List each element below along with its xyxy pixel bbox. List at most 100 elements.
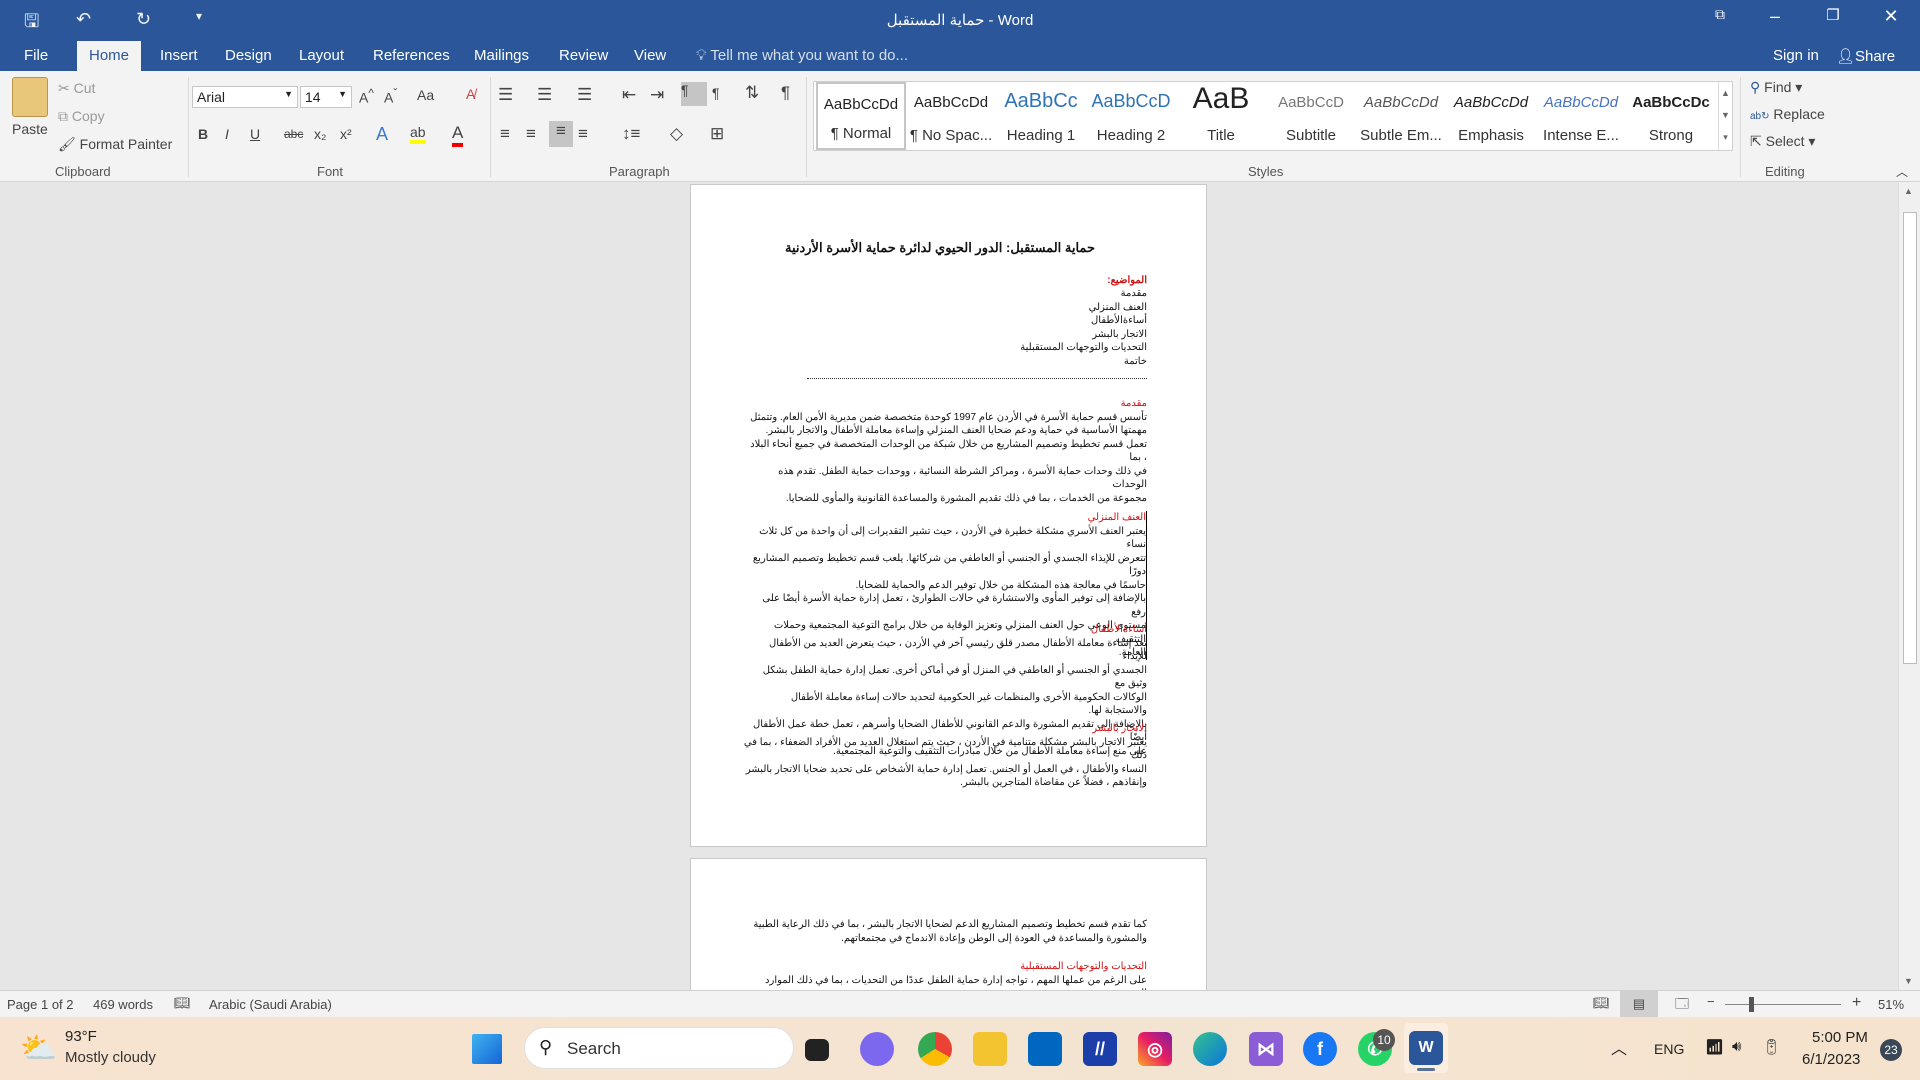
word-taskbar-button[interactable]: W — [1404, 1023, 1448, 1073]
zoom-slider[interactable] — [1725, 997, 1841, 1012]
font-color-icon[interactable]: A — [452, 123, 464, 147]
bold-button[interactable]: B — [198, 126, 208, 142]
clock-time[interactable]: 5:00 PM — [1812, 1029, 1868, 1046]
text-effects-icon[interactable]: A — [376, 124, 388, 145]
page-2[interactable]: كما تقدم قسم تخطيط وتصميم المشاريع الدعم… — [690, 858, 1207, 990]
language-indicator[interactable]: Arabic (Saudi Arabia) — [209, 997, 332, 1012]
tab-home[interactable]: Home — [77, 41, 142, 71]
page-1[interactable]: حماية المستقبل: الدور الحيوي لدائرة حماي… — [690, 184, 1207, 847]
weather-temp[interactable]: 93°F — [65, 1028, 97, 1045]
align-right-icon[interactable]: ≡ — [549, 121, 573, 147]
vertical-scrollbar[interactable]: ▲ ▼ — [1898, 182, 1920, 990]
show-hidden-icons[interactable]: ︿ — [1611, 1035, 1627, 1059]
decrease-indent-icon[interactable]: ⇤ — [622, 85, 636, 105]
weather-desc[interactable]: Mostly cloudy — [65, 1049, 156, 1066]
teams-chat-icon[interactable] — [860, 1032, 894, 1066]
page-count[interactable]: Page 1 of 2 — [7, 997, 74, 1012]
tab-review[interactable]: Review — [559, 47, 608, 64]
tab-view[interactable]: View — [634, 47, 666, 64]
proofing-icon[interactable]: 📖︎ — [174, 995, 191, 1011]
ltr-direction-icon[interactable]: ¶ — [712, 85, 720, 101]
clock-date[interactable]: 6/1/2023 — [1802, 1051, 1860, 1068]
sort-icon[interactable]: ⇅ — [745, 83, 759, 103]
zoom-out-button[interactable]: − — [1707, 994, 1715, 1009]
style-subtle-emphasis[interactable]: AaBbCcDd Subtle Em... — [1356, 82, 1446, 150]
font-name-select[interactable]: Arial ▼ — [192, 86, 298, 108]
paste-button[interactable]: Paste — [12, 121, 48, 137]
facebook-icon[interactable]: f — [1303, 1032, 1337, 1066]
scroll-down-icon[interactable]: ▼ — [1904, 976, 1913, 986]
highlight-icon[interactable]: ab — [410, 124, 426, 144]
zoom-in-button[interactable]: + — [1852, 994, 1861, 1012]
input-language[interactable]: ENG — [1654, 1041, 1684, 1057]
wifi-icon[interactable]: 📶︎ — [1705, 1038, 1724, 1056]
rtl-direction-icon[interactable]: ¶ — [681, 82, 707, 106]
subscript-button[interactable]: x₂ — [314, 126, 326, 142]
tab-insert[interactable]: Insert — [160, 47, 198, 64]
bullets-icon[interactable]: ☰ — [498, 85, 513, 105]
taskbar-search[interactable]: ⚲ Search — [524, 1027, 794, 1069]
web-layout-icon[interactable]: 🗔 — [1675, 995, 1689, 1017]
share-button[interactable]: 👤︎Share — [1836, 47, 1895, 65]
zoom-level[interactable]: 51% — [1878, 997, 1904, 1012]
multilevel-list-icon[interactable]: ☰ — [577, 85, 592, 105]
grow-font-icon[interactable]: A^ — [359, 87, 374, 106]
line-spacing-icon[interactable]: ↕≡ — [622, 124, 640, 144]
borders-icon[interactable]: ⊞ — [710, 124, 724, 144]
change-case-button[interactable]: Aa — [417, 87, 434, 103]
style-title[interactable]: AaB Title — [1176, 82, 1266, 150]
style-no-spacing[interactable]: AaBbCcDd ¶ No Spac... — [906, 82, 996, 150]
microsoft-store-icon[interactable] — [1028, 1032, 1062, 1066]
underline-button[interactable]: U — [250, 126, 260, 142]
find-button[interactable]: ⚲ Find ▾ — [1750, 79, 1802, 96]
ribbon-display-options-icon[interactable]: ⧉ — [1700, 6, 1740, 23]
style-intense-emphasis[interactable]: AaBbCcDd Intense E... — [1536, 82, 1626, 150]
restore-button[interactable]: ❐ — [1813, 6, 1853, 24]
zoom-slider-thumb[interactable] — [1749, 997, 1755, 1012]
start-windows-icon[interactable] — [472, 1034, 502, 1064]
show-marks-icon[interactable]: ¶ — [781, 83, 790, 103]
style-strong[interactable]: AaBbCcDc Strong — [1626, 82, 1716, 150]
style-normal[interactable]: AaBbCcDd ¶ Normal — [816, 82, 906, 150]
battery-icon[interactable]: 🔋︎ — [1762, 1038, 1781, 1056]
read-mode-icon[interactable]: 📖︎ — [1593, 995, 1610, 1011]
align-center-icon[interactable]: ≡ — [526, 124, 536, 144]
minimize-button[interactable]: – — [1755, 6, 1795, 27]
tab-mailings[interactable]: Mailings — [474, 47, 529, 64]
shrink-font-icon[interactable]: Aˇ — [384, 87, 397, 106]
volume-icon[interactable]: 🔊︎ — [1732, 1038, 1741, 1055]
style-heading-1[interactable]: AaBbCc Heading 1 — [996, 82, 1086, 150]
style-emphasis[interactable]: AaBbCcDd Emphasis — [1446, 82, 1536, 150]
close-button[interactable]: ✕ — [1871, 6, 1911, 27]
word-count[interactable]: 469 words — [93, 997, 153, 1012]
superscript-button[interactable]: x² — [340, 126, 352, 142]
instagram-icon[interactable]: ◎ — [1138, 1032, 1172, 1066]
select-button[interactable]: ⇱ Select ▾ — [1750, 133, 1815, 150]
copy-button[interactable]: ⧉ Copy — [58, 108, 105, 125]
clear-formatting-icon[interactable]: A̸ — [466, 86, 475, 102]
format-painter-button[interactable]: 🖌︎ Format Painter — [58, 136, 172, 153]
print-layout-icon[interactable]: ▤ — [1620, 991, 1658, 1017]
style-subtitle[interactable]: AaBbCcD Subtitle — [1266, 82, 1356, 150]
strikethrough-button[interactable]: abc — [284, 127, 303, 141]
increase-indent-icon[interactable]: ⇥ — [650, 85, 664, 105]
numbering-icon[interactable]: ☰ — [537, 85, 552, 105]
tab-references[interactable]: References — [373, 47, 450, 64]
tab-layout[interactable]: Layout — [299, 47, 344, 64]
vector-app-icon[interactable]: // — [1083, 1032, 1117, 1066]
collapse-ribbon-icon[interactable]: ︿ — [1896, 163, 1908, 180]
sign-in-link[interactable]: Sign in — [1773, 47, 1819, 64]
tab-design[interactable]: Design — [225, 47, 272, 64]
tab-file[interactable]: File — [24, 47, 48, 64]
align-left-icon[interactable]: ≡ — [500, 124, 510, 144]
scroll-up-icon[interactable]: ▲ — [1904, 186, 1913, 196]
cut-button[interactable]: ✂ Cut — [58, 80, 95, 97]
notification-badge[interactable]: 23 — [1880, 1039, 1902, 1061]
visual-studio-icon[interactable]: ⋈ — [1249, 1032, 1283, 1066]
style-heading-2[interactable]: AaBbCcD Heading 2 — [1086, 82, 1176, 150]
file-explorer-icon[interactable] — [973, 1032, 1007, 1066]
edge-icon[interactable] — [1193, 1032, 1227, 1066]
scrollbar-thumb[interactable] — [1903, 212, 1917, 664]
italic-button[interactable]: I — [225, 126, 229, 142]
tell-me-search[interactable]: 💡︎ Tell me what you want to do... — [696, 47, 908, 64]
